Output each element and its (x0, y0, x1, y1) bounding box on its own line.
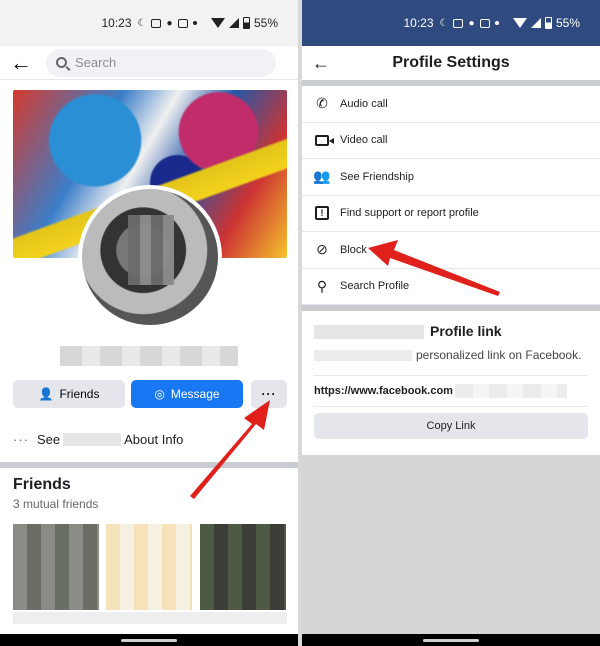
search-bar[interactable] (46, 48, 276, 77)
copy-link-label: Copy Link (426, 420, 476, 432)
status-time: 10:23 (403, 16, 434, 30)
name-redacted (314, 324, 424, 339)
signal-icon (530, 18, 541, 28)
profile-avatar[interactable] (78, 185, 222, 329)
status-bar: 10:23 ☾ ● 55% (302, 0, 600, 46)
avatar-pixelated-face (128, 215, 174, 285)
about-suffix: About Info (124, 432, 184, 447)
home-gesture-pill[interactable] (423, 639, 479, 642)
friends-section-title: Friends (13, 476, 71, 493)
video-camera-icon (312, 130, 334, 150)
page-title: Profile Settings (392, 54, 510, 71)
menu-item-video-call[interactable]: Video call (302, 123, 600, 159)
more-notifications-icon (494, 21, 499, 25)
dots-icon: ··· (13, 432, 29, 447)
app-icon (453, 18, 464, 28)
profile-url-text: https://www.facebook.com (314, 385, 453, 397)
profile-link-description-text: personalized link on Facebook. (416, 348, 582, 362)
battery-level: 55% (555, 16, 580, 30)
message-button-label: Message (170, 387, 220, 401)
battery-level: 55% (253, 16, 278, 30)
menu-item-label: See Friendship (340, 170, 414, 183)
top-nav: ← (0, 46, 298, 80)
menu-item-block[interactable]: ⊘ Block (302, 232, 600, 269)
back-arrow-icon[interactable]: ← (312, 53, 330, 74)
friends-button[interactable]: 👤 Friends (13, 380, 125, 408)
app-icon (151, 18, 162, 28)
battery-icon (242, 17, 250, 29)
friend-names-redacted (13, 612, 287, 624)
settings-menu: ✆ Audio call Video call 👥 See Friendship… (302, 86, 600, 305)
menu-item-search-profile[interactable]: ⚲ Search Profile (302, 269, 600, 305)
status-time: 10:23 (101, 16, 132, 30)
profile-link-heading: Profile link (430, 323, 502, 339)
menu-item-report-profile[interactable]: ! Find support or report profile (302, 196, 600, 232)
profile-settings-screen: 10:23 ☾ ● 55% ← Profile Settings ✆ Audio… (302, 0, 600, 646)
menu-item-label: Block (340, 243, 367, 256)
app-icon (479, 18, 490, 28)
name-redacted (63, 433, 122, 446)
system-nav-bar (0, 634, 298, 646)
profile-screen: 10:23 ☾ ● 55% ← 👤 Friends ◎ (0, 0, 298, 646)
menu-item-label: Video call (340, 134, 388, 147)
messenger-icon: ◎ (154, 387, 165, 401)
more-dots-icon: ··· (261, 387, 277, 401)
menu-item-see-friendship[interactable]: 👥 See Friendship (302, 159, 600, 196)
notification-icons: ☾ ● (440, 18, 499, 29)
status-bar: 10:23 ☾ ● 55% (0, 0, 298, 46)
name-redacted (314, 350, 412, 362)
url-redacted (454, 384, 567, 398)
spotify-icon: ● (468, 17, 475, 29)
system-nav-bar (302, 634, 600, 646)
profile-name-redacted (60, 346, 238, 366)
more-options-button[interactable]: ··· (251, 380, 287, 408)
search-icon (56, 57, 67, 68)
copy-link-button[interactable]: Copy Link (314, 413, 588, 439)
empty-area (302, 455, 600, 635)
spotify-icon: ● (166, 17, 173, 29)
friends-button-label: Friends (59, 387, 100, 401)
signal-icon (228, 18, 239, 28)
search-input[interactable] (75, 55, 235, 70)
app-icon (177, 18, 188, 28)
home-gesture-pill[interactable] (121, 639, 177, 642)
friend-thumbnail[interactable] (200, 524, 286, 610)
notification-icons: ☾ ● (138, 18, 197, 29)
about-prefix: See (37, 432, 61, 447)
block-user-icon: ⊘ (316, 241, 328, 258)
phone-icon: ✆ (316, 95, 328, 112)
mutual-friends-count: 3 mutual friends (13, 497, 99, 511)
menu-item-audio-call[interactable]: ✆ Audio call (302, 86, 600, 123)
section-divider (0, 462, 298, 468)
profile-link-description: personalized link on Facebook. (314, 347, 588, 363)
moon-icon: ☾ (439, 17, 449, 29)
friend-thumbnail[interactable] (106, 524, 192, 610)
about-info-row[interactable]: ··· See About Info (13, 432, 183, 447)
battery-icon (544, 17, 552, 29)
back-arrow-icon[interactable]: ← (10, 50, 38, 76)
wifi-icon (210, 18, 225, 28)
menu-item-label: Find support or report profile (340, 207, 479, 220)
friends-icon: 👥 (313, 168, 331, 185)
profile-action-buttons: 👤 Friends ◎ Message ··· (13, 380, 287, 408)
more-notifications-icon (192, 21, 197, 25)
person-check-icon: 👤 (38, 387, 54, 401)
profile-link-section: Profile link personalized link on Facebo… (302, 311, 600, 461)
profile-url[interactable]: https://www.facebook.com (314, 375, 588, 407)
message-button[interactable]: ◎ Message (131, 380, 243, 408)
moon-icon: ☾ (137, 17, 147, 29)
menu-item-label: Audio call (340, 97, 388, 110)
friend-thumbnail[interactable] (13, 524, 99, 610)
settings-header: ← Profile Settings (302, 46, 600, 80)
menu-item-label: Search Profile (340, 280, 410, 293)
report-icon: ! (312, 203, 332, 223)
wifi-icon (512, 18, 527, 28)
status-right: 55% (512, 16, 580, 30)
search-icon: ⚲ (316, 277, 328, 294)
status-right: 55% (210, 16, 278, 30)
